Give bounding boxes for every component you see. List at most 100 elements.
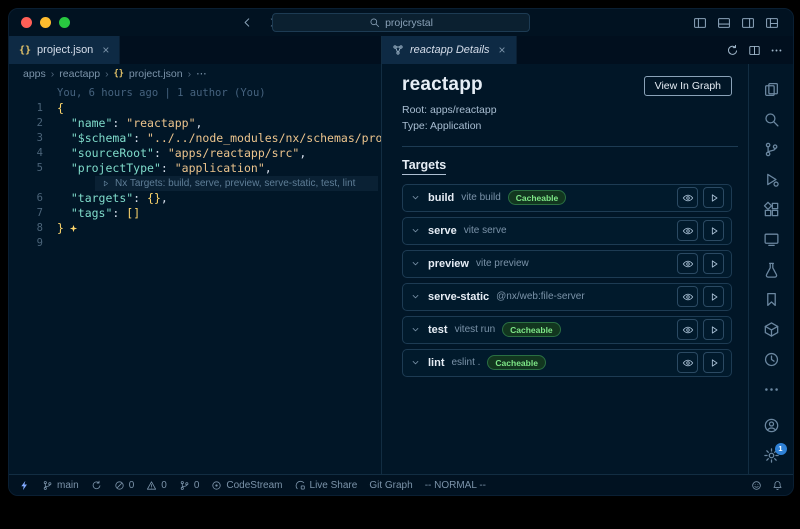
target-show-button[interactable]: [677, 187, 698, 208]
remote-icon[interactable]: [749, 224, 793, 254]
nx-graph-icon: [392, 44, 404, 56]
status-item-feedback[interactable]: [751, 480, 762, 491]
line-number: 9: [9, 236, 57, 251]
status-item-git-graph[interactable]: Git Graph: [369, 480, 412, 491]
sync-icon: [91, 480, 102, 491]
target-row-test[interactable]: testvitest runCacheable: [402, 316, 732, 344]
nx-targets-codelens[interactable]: Nx Targets: build, serve, preview, serve…: [95, 176, 378, 191]
status-label: 0: [194, 480, 200, 491]
code-line[interactable]: 8}: [9, 221, 381, 236]
extensions-icon[interactable]: [749, 194, 793, 224]
nx-icon[interactable]: [749, 314, 793, 344]
breadcrumb-item-apps[interactable]: apps: [23, 68, 46, 80]
target-row-lint[interactable]: linteslint .Cacheable: [402, 349, 732, 377]
code-lines[interactable]: You, 6 hours ago | 1 author (You)1{2 "na…: [9, 83, 381, 474]
code-line[interactable]: 9: [9, 236, 381, 251]
status-item-git-branch[interactable]: main: [42, 480, 79, 491]
status-item-vim-mode[interactable]: -- NORMAL --: [425, 480, 486, 491]
target-show-button[interactable]: [677, 253, 698, 274]
type-value: Application: [430, 120, 481, 132]
cacheable-badge: Cacheable: [502, 322, 561, 337]
lightning-icon: [19, 480, 30, 491]
split-editor-icon[interactable]: [748, 44, 761, 57]
tab-label: project.json: [37, 44, 93, 56]
cacheable-badge: Cacheable: [487, 355, 546, 370]
status-item-notifications[interactable]: [772, 480, 783, 491]
close-button[interactable]: [21, 17, 32, 28]
status-item-branch-count[interactable]: 0: [179, 480, 200, 491]
history-icon[interactable]: [749, 344, 793, 374]
code-line[interactable]: 5 "projectType": "application",: [9, 161, 381, 176]
tab-reactapp-details[interactable]: reactapp Details ×: [382, 36, 517, 64]
code-line[interactable]: 6 "targets": {},: [9, 191, 381, 206]
target-run-button[interactable]: [703, 286, 724, 307]
status-bar: main000CodeStreamLive ShareGit Graph-- N…: [9, 474, 793, 495]
target-show-button[interactable]: [677, 352, 698, 373]
target-run-button[interactable]: [703, 187, 724, 208]
bell-icon: [772, 480, 783, 491]
code-text: "name": "reactapp",: [57, 116, 202, 131]
target-command: eslint .: [452, 357, 481, 368]
target-run-button[interactable]: [703, 253, 724, 274]
target-run-button[interactable]: [703, 319, 724, 340]
layout-sidebar-icon[interactable]: [693, 16, 707, 30]
more-icon[interactable]: [749, 374, 793, 404]
target-row-serve-static[interactable]: serve-static@nx/web:file-server: [402, 283, 732, 311]
back-icon[interactable]: [241, 16, 254, 29]
right-editor-tabs: reactapp Details ×: [382, 36, 793, 64]
status-item-errors[interactable]: 0: [114, 480, 135, 491]
chevron-down-icon[interactable]: [410, 225, 421, 236]
account-icon[interactable]: [749, 410, 793, 440]
minimize-button[interactable]: [40, 17, 51, 28]
breadcrumb-item-more[interactable]: ⋯: [196, 68, 207, 80]
layout-sidebar-right-icon[interactable]: [741, 16, 755, 30]
status-item-warnings[interactable]: 0: [146, 480, 167, 491]
chevron-down-icon[interactable]: [410, 258, 421, 269]
target-row-serve[interactable]: servevite serve: [402, 217, 732, 245]
chevron-down-icon[interactable]: [410, 192, 421, 203]
chevron-down-icon[interactable]: [410, 324, 421, 335]
target-row-preview[interactable]: previewvite preview: [402, 250, 732, 278]
command-center-search[interactable]: projcrystal: [272, 13, 530, 32]
code-line[interactable]: 4 "sourceRoot": "apps/reactapp/src",: [9, 146, 381, 161]
code-line[interactable]: 2 "name": "reactapp",: [9, 116, 381, 131]
target-show-button[interactable]: [677, 220, 698, 241]
view-in-graph-button[interactable]: View In Graph: [644, 76, 732, 96]
target-show-button[interactable]: [677, 286, 698, 307]
status-label: Live Share: [310, 480, 358, 491]
line-number: 4: [9, 146, 57, 161]
status-item-codestream[interactable]: CodeStream: [211, 480, 282, 491]
status-item-sync[interactable]: [91, 480, 102, 491]
bookmark-icon[interactable]: [749, 284, 793, 314]
layout-custom-icon[interactable]: [765, 16, 779, 30]
tab-project-json[interactable]: {} project.json ×: [9, 36, 120, 64]
project-meta: Root: apps/reactapp Type: Application: [402, 103, 738, 135]
breadcrumb-item-reactapp[interactable]: reactapp: [59, 68, 100, 80]
files-icon[interactable]: [749, 74, 793, 104]
more-actions-icon[interactable]: [770, 44, 783, 57]
target-show-button[interactable]: [677, 319, 698, 340]
line-number: 8: [9, 221, 57, 236]
status-item-lightning-status[interactable]: [19, 480, 30, 491]
target-row-build[interactable]: buildvite buildCacheable: [402, 184, 732, 212]
target-name: preview: [428, 258, 469, 270]
search-icon[interactable]: [749, 104, 793, 134]
refresh-icon[interactable]: [726, 44, 739, 57]
target-run-button[interactable]: [703, 352, 724, 373]
chevron-down-icon[interactable]: [410, 291, 421, 302]
zoom-button[interactable]: [59, 17, 70, 28]
chevron-down-icon[interactable]: [410, 357, 421, 368]
test-flask-icon[interactable]: [749, 254, 793, 284]
source-control-icon[interactable]: [749, 134, 793, 164]
code-line[interactable]: 3 "$schema": "../../node_modules/nx/sche…: [9, 131, 381, 146]
target-run-button[interactable]: [703, 220, 724, 241]
breadcrumb-item-file[interactable]: project.json: [129, 68, 183, 80]
tab-close-icon[interactable]: ×: [499, 44, 506, 56]
settings-icon[interactable]: 1: [749, 440, 793, 470]
code-line[interactable]: 1{: [9, 101, 381, 116]
layout-panel-icon[interactable]: [717, 16, 731, 30]
debug-icon[interactable]: [749, 164, 793, 194]
code-line[interactable]: 7 "tags": []: [9, 206, 381, 221]
tab-close-icon[interactable]: ×: [102, 44, 109, 56]
status-item-live-share[interactable]: Live Share: [295, 480, 358, 491]
